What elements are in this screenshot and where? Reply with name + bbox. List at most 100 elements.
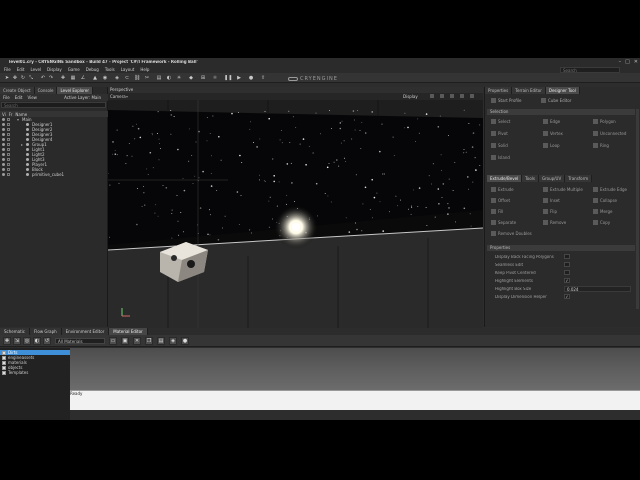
freeze-icon[interactable] bbox=[7, 153, 10, 156]
shape-inset-button[interactable]: Inset bbox=[543, 198, 560, 203]
camera-icon[interactable]: ◉ bbox=[102, 75, 108, 81]
viewport-option-icon[interactable] bbox=[440, 94, 444, 98]
menu-edit[interactable]: Edit bbox=[17, 67, 25, 72]
selection-polygon-button[interactable]: Polygon bbox=[593, 119, 616, 124]
visibility-icon[interactable] bbox=[2, 123, 5, 126]
shape-separate-button[interactable]: Separate bbox=[491, 220, 516, 225]
folder-icon[interactable]: ▭ bbox=[109, 337, 117, 345]
save-icon[interactable]: ▣ bbox=[121, 337, 129, 345]
physics-icon[interactable]: ⚛ bbox=[212, 75, 218, 81]
freeze-icon[interactable] bbox=[7, 143, 10, 146]
start-profile-button[interactable]: Start Profile bbox=[491, 98, 521, 103]
export-icon[interactable]: ⇪ bbox=[260, 75, 266, 81]
reset-icon[interactable]: ↺ bbox=[43, 337, 51, 345]
freeze-icon[interactable] bbox=[7, 138, 10, 141]
property-checkbox[interactable] bbox=[564, 254, 570, 259]
rotate-icon[interactable]: ↻ bbox=[20, 75, 26, 81]
shape-extrude-edge-button[interactable]: Extrude Edge bbox=[593, 187, 627, 192]
redo-icon[interactable]: ↷ bbox=[48, 75, 54, 81]
visibility-icon[interactable] bbox=[2, 153, 5, 156]
visibility-icon[interactable] bbox=[2, 118, 5, 121]
select-icon[interactable]: ➤ bbox=[4, 75, 10, 81]
sphere-preview-icon[interactable]: ● bbox=[181, 337, 189, 345]
tab-schematic[interactable]: Schematic bbox=[0, 328, 30, 335]
material-icon[interactable]: ◐ bbox=[166, 75, 172, 81]
shape-flip-button[interactable]: Flip bbox=[543, 209, 557, 214]
menu-file[interactable]: File bbox=[4, 67, 11, 72]
material-filter-select[interactable]: All Materials bbox=[55, 338, 105, 344]
paste-icon[interactable]: ▤ bbox=[157, 337, 165, 345]
tab-level-explorer[interactable]: Level Explorer bbox=[57, 87, 93, 94]
freeze-icon[interactable] bbox=[7, 148, 10, 151]
visibility-icon[interactable] bbox=[2, 128, 5, 131]
properties-header[interactable]: Properties bbox=[487, 245, 635, 251]
freeze-icon[interactable] bbox=[7, 163, 10, 166]
copy-icon[interactable]: ❐ bbox=[145, 337, 153, 345]
freeze-icon[interactable] bbox=[7, 118, 10, 121]
tab-transform[interactable]: Transform bbox=[565, 175, 593, 182]
chevron-down-icon[interactable]: ▾ bbox=[126, 93, 128, 100]
undo-icon[interactable]: ↶ bbox=[40, 75, 46, 81]
scale-icon[interactable]: ⤡ bbox=[28, 75, 34, 81]
scene-render[interactable] bbox=[108, 100, 483, 328]
snap-grid-icon[interactable]: ▦ bbox=[70, 75, 76, 81]
assign-material-icon[interactable]: ⇲ bbox=[13, 337, 21, 345]
tree-row-primitive_cube1[interactable]: primitive_cube1 bbox=[0, 172, 108, 177]
visibility-icon[interactable] bbox=[2, 163, 5, 166]
preview-icon[interactable]: ◐ bbox=[33, 337, 41, 345]
unlink-icon[interactable]: ✂ bbox=[144, 75, 150, 81]
material-preview-area[interactable] bbox=[70, 348, 640, 390]
selection-loop-button[interactable]: Loop bbox=[543, 143, 560, 148]
link-icon[interactable]: ⛓ bbox=[134, 75, 140, 81]
visibility-icon[interactable] bbox=[2, 173, 5, 176]
folder-checkbox[interactable] bbox=[2, 355, 6, 360]
active-layer-label[interactable]: Active Layer: Main bbox=[64, 95, 101, 100]
lighting-icon[interactable]: ☀ bbox=[176, 75, 182, 81]
level-explorer-search[interactable]: Search bbox=[1, 102, 106, 108]
minimize-button[interactable]: – bbox=[619, 59, 622, 65]
le-menu-file[interactable]: File bbox=[3, 95, 10, 100]
le-menu-edit[interactable]: Edit bbox=[15, 95, 23, 100]
shape-collapse-button[interactable]: Collapse bbox=[593, 198, 617, 203]
move-icon[interactable]: ✥ bbox=[12, 75, 18, 81]
scrollbar[interactable] bbox=[636, 109, 639, 309]
terrain-icon[interactable]: ▲ bbox=[92, 75, 98, 81]
tab-terrain-editor[interactable]: Terrain Editor bbox=[512, 87, 546, 94]
play-icon[interactable]: ▶ bbox=[236, 75, 242, 81]
tab-environment-editor[interactable]: Environment Editor bbox=[61, 328, 110, 335]
selection-island-button[interactable]: Island bbox=[491, 155, 510, 160]
layer-icon[interactable]: ▤ bbox=[156, 75, 162, 81]
menu-debug[interactable]: Debug bbox=[86, 67, 99, 72]
magnet-icon[interactable]: ⊂ bbox=[124, 75, 130, 81]
selection-vertex-button[interactable]: Vertex bbox=[543, 131, 563, 136]
tab-group-uv[interactable]: Group/UV bbox=[539, 175, 566, 182]
selection-edge-button[interactable]: Edge bbox=[543, 119, 560, 124]
freeze-icon[interactable] bbox=[7, 158, 10, 161]
freeze-icon[interactable] bbox=[7, 128, 10, 131]
freeze-icon[interactable] bbox=[7, 173, 10, 176]
menu-display[interactable]: Display bbox=[47, 67, 62, 72]
selection-pivot-button[interactable]: Pivot bbox=[491, 131, 508, 136]
pause-ai-icon[interactable]: ❚❚ bbox=[224, 75, 232, 81]
menu-game[interactable]: Game bbox=[68, 67, 80, 72]
property-checkbox[interactable]: ✓ bbox=[564, 278, 570, 283]
visibility-icon[interactable] bbox=[2, 148, 5, 151]
shape-merge-button[interactable]: Merge bbox=[593, 209, 613, 214]
perspective-viewport[interactable] bbox=[108, 100, 483, 328]
shape-extrude-multiple-button[interactable]: Extrude Multiple bbox=[543, 187, 583, 192]
folder-checkbox[interactable] bbox=[2, 370, 6, 375]
freeze-icon[interactable] bbox=[7, 168, 10, 171]
viewport-option-icon[interactable] bbox=[460, 94, 464, 98]
tab-flow-graph[interactable]: Flow Graph bbox=[29, 328, 62, 335]
property-checkbox[interactable]: ✓ bbox=[564, 294, 570, 299]
shape-remove-doubles-button[interactable]: Remove Doubles bbox=[491, 231, 532, 236]
tab-create-object[interactable]: Create Object bbox=[0, 87, 35, 94]
visibility-icon[interactable] bbox=[2, 138, 5, 141]
folder-checkbox[interactable] bbox=[2, 365, 6, 370]
menu-layout[interactable]: Layout bbox=[121, 67, 135, 72]
visibility-icon[interactable] bbox=[2, 133, 5, 136]
viewport-option-icon[interactable] bbox=[450, 94, 454, 98]
freeze-icon[interactable] bbox=[7, 133, 10, 136]
folder-checkbox[interactable] bbox=[2, 350, 6, 355]
shape-remove-button[interactable]: Remove bbox=[543, 220, 566, 225]
